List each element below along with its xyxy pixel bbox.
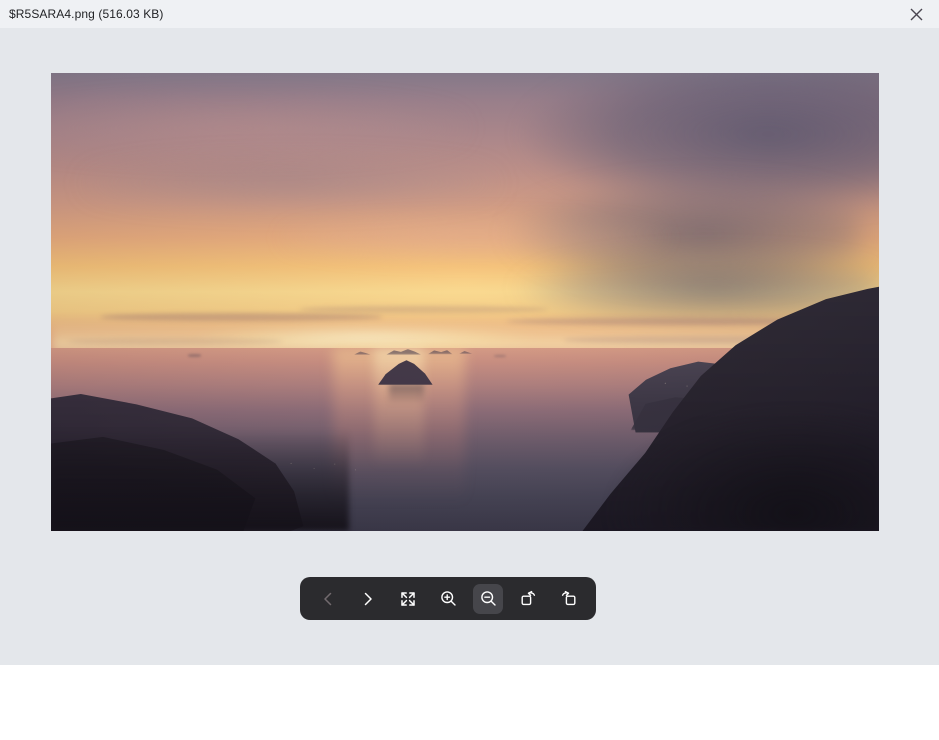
- next-image-button[interactable]: [353, 584, 383, 614]
- image-toolbar: [300, 577, 596, 620]
- fit-screen-button[interactable]: [393, 584, 423, 614]
- zoom-in-icon: [439, 589, 458, 608]
- close-button[interactable]: [893, 0, 939, 28]
- chevron-left-icon: [319, 590, 337, 608]
- zoom-in-button[interactable]: [433, 584, 463, 614]
- close-icon: [909, 7, 924, 22]
- rotate-right-button[interactable]: [513, 584, 543, 614]
- atmospheric-haze: [51, 73, 879, 531]
- zoom-out-button[interactable]: [473, 583, 503, 614]
- rotate-left-icon: [559, 589, 578, 608]
- sunset-photograph: [51, 73, 879, 531]
- chevron-right-icon: [359, 590, 377, 608]
- title-bar: $R5SARA4.png (516.03 KB): [0, 0, 939, 28]
- zoom-out-icon: [479, 589, 498, 608]
- rotate-right-icon: [519, 589, 538, 608]
- image-viewer-area: [0, 28, 939, 665]
- rotate-left-button[interactable]: [553, 584, 583, 614]
- image-preview[interactable]: [51, 73, 879, 531]
- expand-icon: [399, 590, 417, 608]
- previous-image-button[interactable]: [313, 584, 343, 614]
- footer-bar: Recover: [0, 665, 939, 740]
- image-preview-window: $R5SARA4.png (516.03 KB): [0, 0, 939, 740]
- page-title: $R5SARA4.png (516.03 KB): [9, 7, 164, 21]
